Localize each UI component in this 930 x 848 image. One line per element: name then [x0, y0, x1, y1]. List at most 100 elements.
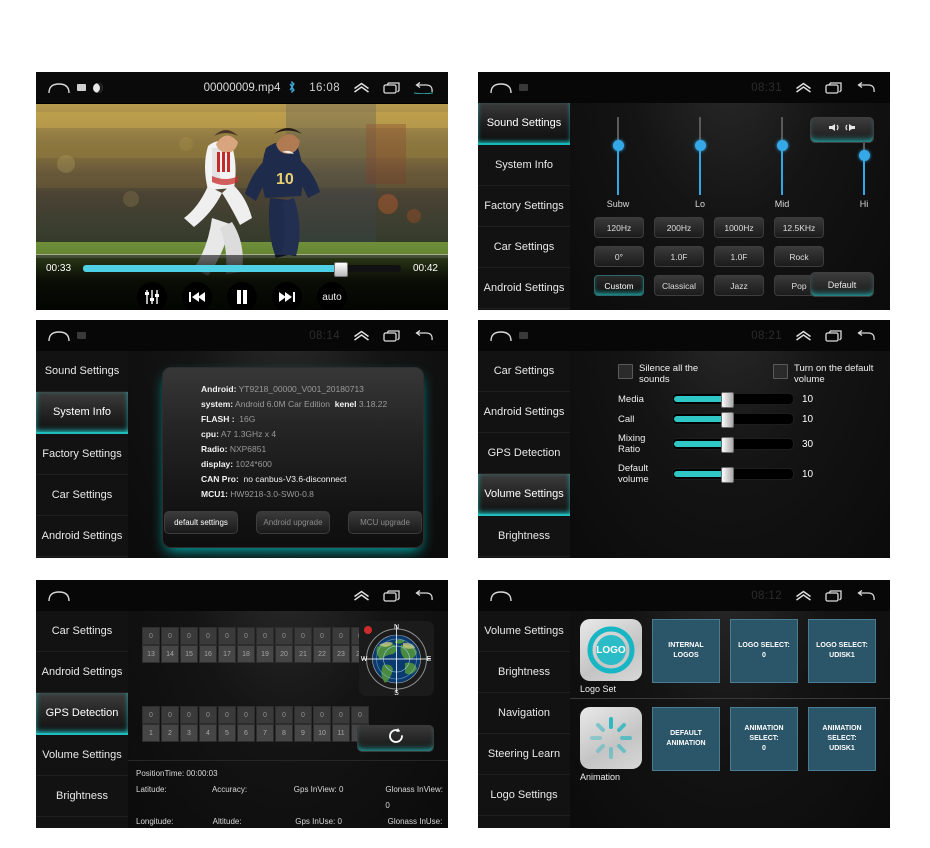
- expand-up-icon[interactable]: [353, 82, 370, 93]
- sidebar-item-other-settings[interactable]: Other Settings: [478, 816, 570, 828]
- home-icon[interactable]: [490, 330, 512, 342]
- sidebar-item-sound-settings[interactable]: Sound Settings: [478, 103, 570, 145]
- silence-all-checkbox-group[interactable]: Silence all the sounds: [618, 363, 727, 385]
- sidebar-item-volume-settings[interactable]: Volume Settings: [478, 611, 570, 652]
- animation-select-0-tile[interactable]: ANIMATION SELECT: 0: [730, 707, 798, 771]
- sidebar-item-android-settings[interactable]: Android Settings: [36, 516, 128, 557]
- back-icon[interactable]: [856, 589, 876, 602]
- sidebar-item-factory-settings[interactable]: Factory Settings: [36, 434, 128, 475]
- eq-preset-jazz-button[interactable]: Jazz: [714, 275, 764, 296]
- back-icon[interactable]: [856, 81, 876, 94]
- recents-icon[interactable]: [825, 589, 843, 602]
- sidebar-item-sound-settings[interactable]: Sound Settings: [36, 351, 128, 392]
- sidebar-item-volume-settings[interactable]: Volume Settings: [478, 474, 570, 516]
- eq-track[interactable]: [776, 117, 788, 195]
- recents-icon[interactable]: [383, 329, 401, 342]
- volume-slider-default-volume[interactable]: [672, 467, 794, 483]
- android-upgrade-button[interactable]: Android upgrade: [256, 511, 330, 534]
- sidebar-item-navigation[interactable]: Navigation: [36, 817, 128, 828]
- home-icon[interactable]: [48, 330, 70, 342]
- eq-slider-mid[interactable]: Mid: [758, 117, 806, 209]
- volume-slider-call[interactable]: [672, 412, 794, 428]
- volume-slider-media[interactable]: [672, 392, 794, 408]
- next-button[interactable]: [272, 282, 302, 310]
- eq-freq-button[interactable]: 120Hz: [594, 217, 644, 238]
- sidebar-item-factory-settings[interactable]: Factory Settings: [478, 186, 570, 227]
- animation-preview[interactable]: [580, 707, 642, 769]
- silence-all-checkbox[interactable]: [618, 364, 633, 379]
- eq-param-button[interactable]: 0°: [594, 246, 644, 267]
- internal-logos-tile[interactable]: INTERNAL LOGOS: [652, 619, 720, 683]
- sidebar-item-brightness[interactable]: Brightness: [36, 776, 128, 817]
- sidebar-item-volume-settings[interactable]: Volume Settings: [36, 735, 128, 776]
- back-icon[interactable]: [414, 589, 434, 602]
- sidebar-item-navigation[interactable]: Navigation: [478, 557, 570, 558]
- sidebar-item-gps-detection[interactable]: GPS Detection: [478, 433, 570, 474]
- sidebar-item-car-settings[interactable]: Car Settings: [36, 611, 128, 652]
- sidebar-item-car-settings[interactable]: Car Settings: [36, 475, 128, 516]
- expand-up-icon[interactable]: [795, 330, 812, 341]
- balance-button[interactable]: [810, 117, 874, 143]
- sidebar-item-android-settings[interactable]: Android Settings: [478, 268, 570, 309]
- logo-select-0-tile[interactable]: LOGO SELECT: 0: [730, 619, 798, 683]
- back-icon[interactable]: [856, 329, 876, 342]
- recents-icon[interactable]: [383, 589, 401, 602]
- sidebar-item-gps-detection[interactable]: GPS Detection: [478, 309, 570, 310]
- sidebar-item-car-settings[interactable]: Car Settings: [478, 351, 570, 392]
- default-settings-button[interactable]: default settings: [164, 511, 238, 534]
- sidebar-item-system-info[interactable]: System Info: [478, 145, 570, 186]
- logo-set-thumb-group[interactable]: LOGO Logo Set: [580, 619, 642, 694]
- seek-bar[interactable]: [83, 261, 401, 277]
- home-icon[interactable]: [490, 590, 512, 602]
- default-volume-checkbox[interactable]: [773, 364, 788, 379]
- eq-track[interactable]: [694, 117, 706, 195]
- sidebar-item-brightness[interactable]: Brightness: [478, 652, 570, 693]
- sidebar-item-steering-learn[interactable]: Steering Learn: [478, 734, 570, 775]
- expand-up-icon[interactable]: [795, 82, 812, 93]
- seek-handle[interactable]: [334, 261, 349, 277]
- default-volume-checkbox-group[interactable]: Turn on the default volume: [773, 363, 882, 385]
- auto-button[interactable]: auto: [317, 282, 347, 310]
- home-icon[interactable]: [490, 82, 512, 94]
- equalizer-button[interactable]: [137, 282, 167, 310]
- home-icon[interactable]: [48, 82, 70, 94]
- back-icon[interactable]: [414, 81, 434, 94]
- expand-up-icon[interactable]: [353, 330, 370, 341]
- sidebar-item-brightness[interactable]: Brightness: [478, 516, 570, 557]
- recents-icon[interactable]: [825, 81, 843, 94]
- sidebar-item-logo-settings[interactable]: Logo Settings: [478, 775, 570, 816]
- sidebar-item-navigation[interactable]: Navigation: [478, 693, 570, 734]
- sidebar-item-system-info[interactable]: System Info: [36, 392, 128, 434]
- eq-preset-rock-button[interactable]: Rock: [774, 246, 824, 267]
- eq-freq-button[interactable]: 1000Hz: [714, 217, 764, 238]
- logo-preview[interactable]: LOGO: [580, 619, 642, 681]
- recents-icon[interactable]: [383, 81, 401, 94]
- expand-up-icon[interactable]: [795, 590, 812, 601]
- eq-default-button[interactable]: Default: [810, 272, 874, 297]
- expand-up-icon[interactable]: [353, 590, 370, 601]
- volume-slider-mixing-ratio[interactable]: [672, 437, 794, 453]
- mcu-upgrade-button[interactable]: MCU upgrade: [348, 511, 422, 534]
- video-stage[interactable]: 10 00:33 00:42 auto: [36, 104, 448, 310]
- eq-param-button[interactable]: 1.0F: [654, 246, 704, 267]
- eq-track[interactable]: [612, 117, 624, 195]
- sidebar-item-android-settings[interactable]: Android Settings: [478, 392, 570, 433]
- gps-refresh-button[interactable]: [357, 725, 434, 752]
- previous-button[interactable]: [182, 282, 212, 310]
- eq-param-button[interactable]: 1.0F: [714, 246, 764, 267]
- logo-select-udisk1-tile[interactable]: LOGO SELECT: UDISK1: [808, 619, 876, 683]
- home-icon[interactable]: [48, 590, 70, 602]
- recents-icon[interactable]: [825, 329, 843, 342]
- animation-thumb-group[interactable]: Animation: [580, 707, 642, 782]
- eq-freq-button[interactable]: 12.5KHz: [774, 217, 824, 238]
- sidebar-item-gps-detection[interactable]: GPS Detection: [36, 557, 128, 558]
- eq-preset-classical-button[interactable]: Classical: [654, 275, 704, 296]
- eq-preset-custom-button[interactable]: Custom: [594, 275, 644, 296]
- default-animation-tile[interactable]: DEFAULT ANIMATION: [652, 707, 720, 771]
- sidebar-item-car-settings[interactable]: Car Settings: [478, 227, 570, 268]
- eq-freq-button[interactable]: 200Hz: [654, 217, 704, 238]
- eq-slider-lo[interactable]: Lo: [676, 117, 724, 209]
- pause-button[interactable]: [227, 282, 257, 310]
- eq-slider-subw[interactable]: Subw: [594, 117, 642, 209]
- animation-select-udisk1-tile[interactable]: ANIMATION SELECT: UDISK1: [808, 707, 876, 771]
